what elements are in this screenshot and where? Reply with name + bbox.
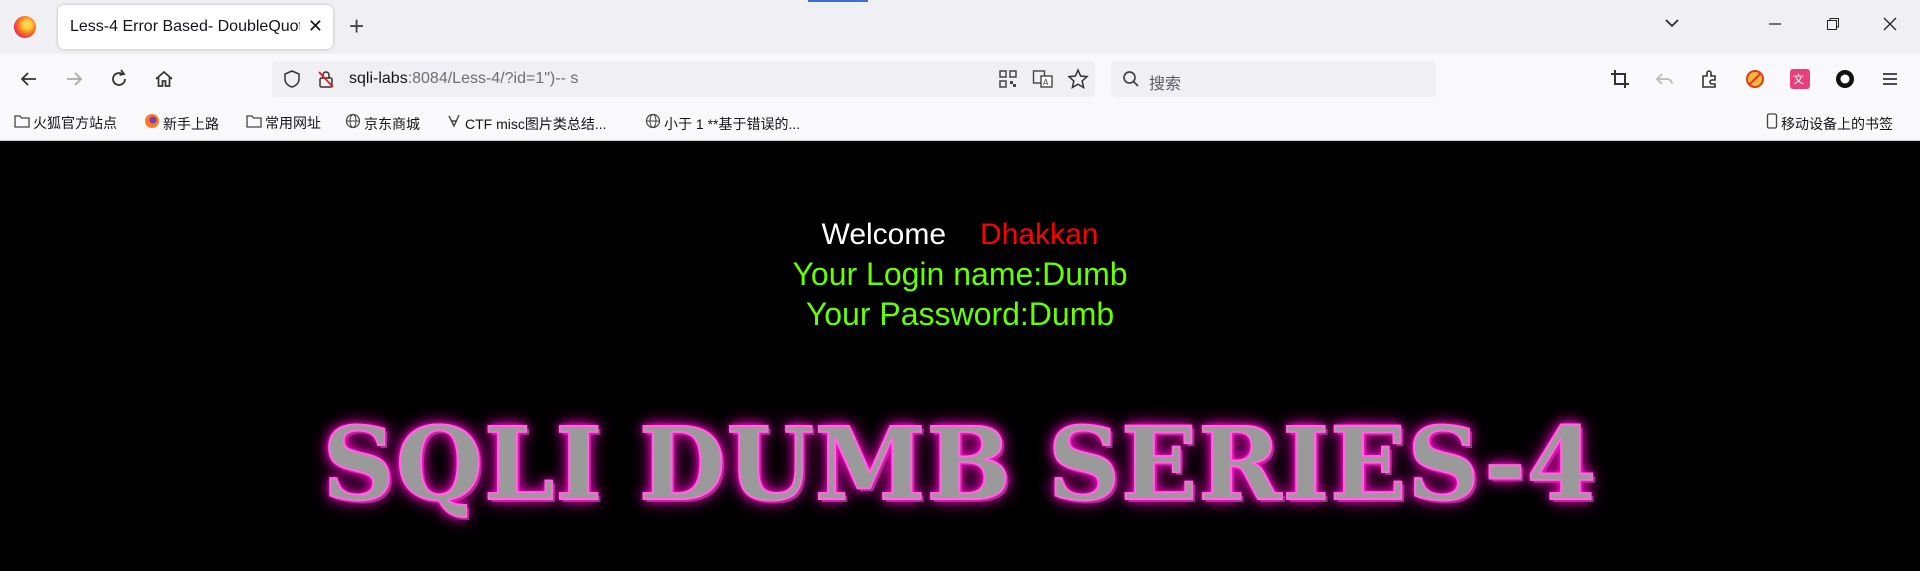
home-button[interactable]: [153, 68, 175, 95]
bookmark-item[interactable]: CTF misc图片类总结...: [446, 113, 607, 134]
mobile-bookmarks[interactable]: 移动设备上的书签: [1766, 113, 1893, 134]
welcome-text: Welcome: [821, 218, 947, 251]
mobile-bookmarks-label: 移动设备上的书签: [1781, 116, 1893, 132]
bookmark-item[interactable]: 新手上路: [144, 113, 219, 134]
bookmark-label: 新手上路: [163, 116, 219, 132]
tab-close-icon[interactable]: ✕: [308, 16, 323, 36]
minimize-button[interactable]: [1768, 13, 1782, 37]
restore-button[interactable]: [1826, 13, 1840, 37]
bookmark-label: CTF misc图片类总结...: [465, 116, 607, 132]
translate-icon[interactable]: A: [1032, 69, 1054, 94]
bookmark-label: 小于 1 **基于错误的...: [664, 116, 801, 132]
qr-code-icon[interactable]: [998, 69, 1018, 94]
tab-strip-accent: [808, 0, 868, 2]
bookmark-label: 火狐官方站点: [33, 115, 117, 131]
hamburger-menu-icon[interactable]: [1879, 68, 1901, 95]
forward-button[interactable]: [63, 68, 85, 95]
svg-text:A: A: [1043, 78, 1049, 87]
url-text[interactable]: sqli-labs:8084/Less-4/?id=1")-- s: [349, 70, 578, 88]
bookmark-star-icon[interactable]: [1067, 68, 1089, 95]
bookmark-item[interactable]: 小于 1 **基于错误的...: [645, 113, 800, 134]
svg-text:文: 文: [1793, 72, 1804, 86]
address-bar[interactable]: sqli-labs:8084/Less-4/?id=1")-- s A: [272, 61, 1095, 97]
search-placeholder: 搜索: [1149, 76, 1182, 93]
bookmarks-toolbar: 火狐官方站点 新手上路 常用网址 京东商城 CTF misc图片类总结... 小…: [0, 106, 1920, 141]
welcome-line: Welcome Dhakkan: [0, 217, 1920, 253]
username-text: Dhakkan: [980, 218, 1099, 251]
list-all-tabs-icon[interactable]: [1664, 13, 1680, 37]
account-circle-icon[interactable]: [1834, 68, 1856, 95]
search-bar[interactable]: 搜索: [1111, 61, 1436, 97]
bookmark-item[interactable]: 京东商城: [345, 113, 420, 134]
url-host: sqli-labs: [349, 70, 408, 87]
translator-extension-icon[interactable]: 文: [1789, 68, 1811, 95]
password-text: Your Password:Dumb: [805, 296, 1115, 332]
folder-icon: [14, 114, 30, 131]
crop-screenshot-icon[interactable]: [1609, 68, 1631, 95]
search-icon: [1121, 69, 1141, 94]
tracking-protection-shield-icon[interactable]: [282, 69, 302, 94]
navigation-toolbar: sqli-labs:8084/Less-4/?id=1")-- s A 搜索 文: [0, 54, 1920, 106]
folder-icon: [246, 114, 262, 131]
new-tab-button[interactable]: +: [349, 11, 364, 41]
back-button[interactable]: [18, 68, 40, 95]
tab-title: Less-4 Error Based- DoubleQuotes: [70, 18, 300, 35]
bookmark-item[interactable]: 常用网址: [246, 113, 321, 133]
page-content: Welcome Dhakkan Your Login name:Dumb Your…: [0, 141, 1920, 571]
bookmark-item[interactable]: 火狐官方站点: [14, 113, 117, 133]
bookmark-label: 京东商城: [364, 116, 420, 132]
globe-icon: [645, 113, 661, 132]
bookmark-icon: [446, 113, 462, 132]
blocker-extension-icon[interactable]: [1744, 68, 1766, 95]
firefox-icon: [144, 113, 160, 132]
insecure-lock-icon[interactable]: [316, 69, 336, 94]
mobile-device-icon: [1766, 113, 1778, 132]
close-window-button[interactable]: [1883, 13, 1897, 37]
firefox-menu-icon[interactable]: [14, 16, 36, 38]
extensions-icon[interactable]: [1699, 68, 1721, 95]
bookmark-label: 常用网址: [265, 115, 321, 131]
undo-icon[interactable]: [1654, 68, 1676, 95]
series-banner-image: SQLI DUMB SERIES-4: [322, 405, 1598, 523]
tab-active[interactable]: Less-4 Error Based- DoubleQuotes ✕: [58, 5, 333, 49]
url-path: :8084/Less-4/?id=1")-- s: [407, 70, 579, 87]
login-name-text: Your Login name:Dumb: [792, 256, 1128, 292]
reload-button[interactable]: [108, 68, 130, 95]
globe-icon: [345, 113, 361, 132]
tab-strip: Less-4 Error Based- DoubleQuotes ✕ +: [0, 0, 1920, 54]
